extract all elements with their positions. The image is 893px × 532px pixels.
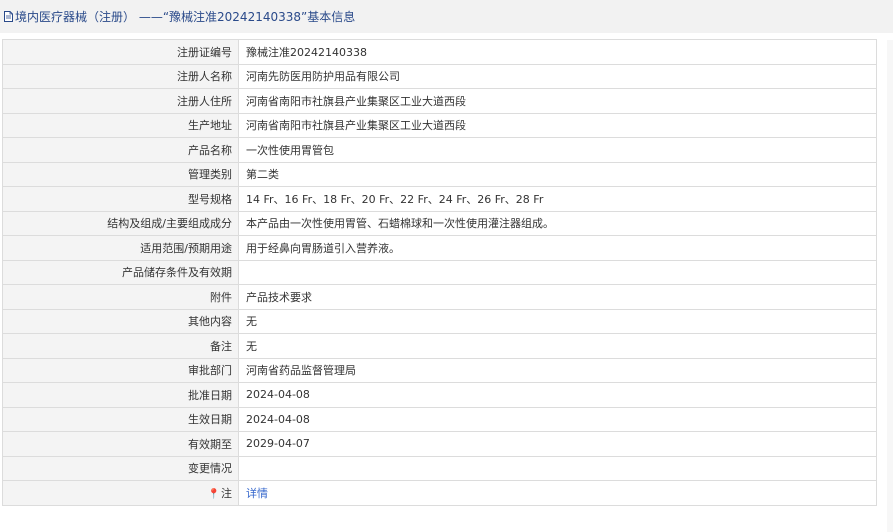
row-label: 产品名称 [2,137,239,163]
row-value: 河南省南阳市社旗县产业集聚区工业大道西段 [238,112,877,138]
table-row: 备注无 [2,333,877,359]
row-label: 附件 [2,284,239,310]
row-label: 审批部门 [2,357,239,383]
details-link[interactable]: 详情 [246,487,268,500]
table-row: 产品名称 一次性使用胃管包 [2,137,877,163]
row-label: 管理类别 [2,161,239,187]
document-icon [4,11,13,22]
row-value: 第二类 [238,161,877,187]
registration-info-table: 注册证编号 豫械注准20242140338 注册人名称 河南先防医用防护用品有限公司注… [2,39,877,506]
table-row: 有效期至 2029-04-07 [2,431,877,457]
row-value: 河南先防医用防护用品有限公司 [238,63,877,89]
scrollbar-track[interactable] [887,40,893,532]
row-label: 注册证编号 [2,39,239,65]
table-row: 变更情况 [2,455,877,481]
row-value: 无 [238,308,877,334]
row-value: 2024-04-08 [238,406,877,432]
table-row: 产品储存条件及有效期 [2,259,877,285]
page-title: 境内医疗器械（注册） ——“豫械注准20242140338”基本信息 [15,10,356,24]
table-row: 结构及组成/主要组成成分 本产品由一次性使用胃管、石蜡棉球和一次性使用灌注器组成。 [2,210,877,236]
row-value: 2024-04-08 [238,382,877,408]
note-row: 📍注 详情 [2,480,877,506]
row-label: 适用范围/预期用途 [2,235,239,261]
table-row: 注册人住所 河南省南阳市社旗县产业集聚区工业大道西段 [2,88,877,114]
table-row: 生效日期 2024-04-08 [2,406,877,432]
row-label: 产品储存条件及有效期 [2,259,239,285]
pin-icon: 📍 [207,488,220,500]
table-row: 其他内容无 [2,308,877,334]
table-row: 适用范围/预期用途 用于经鼻向胃肠道引入营养液。 [2,235,877,261]
row-label: 注册人住所 [2,88,239,114]
row-value: 14 Fr、16 Fr、18 Fr、20 Fr、22 Fr、24 Fr、26 F… [238,186,877,212]
row-label: 其他内容 [2,308,239,334]
row-value: 本产品由一次性使用胃管、石蜡棉球和一次性使用灌注器组成。 [238,210,877,236]
table-row: 审批部门 河南省药品监督管理局 [2,357,877,383]
page-header: 境内医疗器械（注册） ——“豫械注准20242140338”基本信息 [0,0,893,33]
row-label: 批准日期 [2,382,239,408]
table-row: 批准日期 2024-04-08 [2,382,877,408]
row-value: 2029-04-07 [238,431,877,457]
row-label: 生效日期 [2,406,239,432]
row-label: 型号规格 [2,186,239,212]
row-value [238,259,877,285]
table-row: 生产地址 河南省南阳市社旗县产业集聚区工业大道西段 [2,112,877,138]
row-label: 生产地址 [2,112,239,138]
row-value: 一次性使用胃管包 [238,137,877,163]
row-label: 变更情况 [2,455,239,481]
table-row: 管理类别 第二类 [2,161,877,187]
row-value [238,455,877,481]
row-label: 有效期至 [2,431,239,457]
row-label: 📍注 [2,480,239,506]
row-value: 河南省南阳市社旗县产业集聚区工业大道西段 [238,88,877,114]
row-value: 详情 [238,480,877,506]
row-label: 备注 [2,333,239,359]
table-row: 附件 产品技术要求 [2,284,877,310]
row-label: 注册人名称 [2,63,239,89]
table-row: 型号规格 14 Fr、16 Fr、18 Fr、20 Fr、22 Fr、24 Fr、… [2,186,877,212]
note-label: 注 [221,486,232,500]
table-row: 注册证编号 豫械注准20242140338 [2,39,877,65]
row-label: 结构及组成/主要组成成分 [2,210,239,236]
row-value: 河南省药品监督管理局 [238,357,877,383]
row-value: 无 [238,333,877,359]
row-value: 产品技术要求 [238,284,877,310]
table-row: 注册人名称 河南先防医用防护用品有限公司 [2,63,877,89]
row-value: 豫械注准20242140338 [238,39,877,65]
row-value: 用于经鼻向胃肠道引入营养液。 [238,235,877,261]
